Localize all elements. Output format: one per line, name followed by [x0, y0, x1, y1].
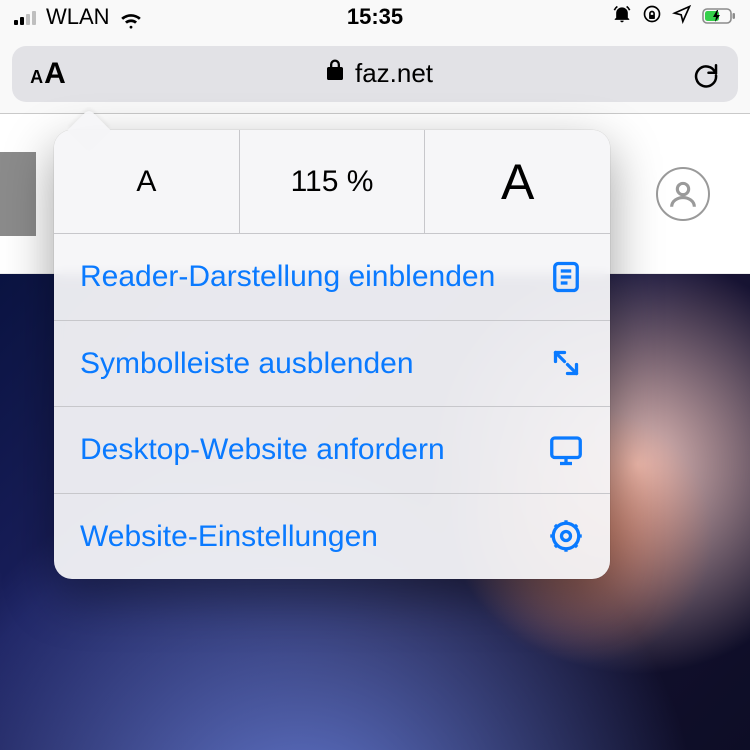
site-logo-fragment	[0, 152, 36, 236]
status-bar: WLAN 15:35	[0, 0, 750, 34]
account-button[interactable]	[656, 167, 710, 221]
reload-button[interactable]	[674, 59, 738, 89]
page-format-popover: A 115 % A Reader-Darstellung einblenden …	[54, 130, 610, 579]
decrease-text-button[interactable]: A	[54, 130, 240, 233]
reader-icon	[548, 259, 584, 295]
desktop-icon	[548, 432, 584, 468]
menu-item-label: Desktop-Website anfordern	[80, 431, 445, 469]
expand-arrows-icon	[548, 345, 584, 381]
menu-item-hide-toolbar[interactable]: Symbolleiste ausblenden	[54, 321, 610, 408]
menu-item-request-desktop[interactable]: Desktop-Website anfordern	[54, 407, 610, 494]
browser-toolbar: AA faz.net	[0, 34, 750, 114]
clock: 15:35	[347, 4, 403, 30]
battery-icon	[702, 4, 736, 30]
text-size-large-icon: A	[44, 57, 66, 91]
menu-item-reader-view[interactable]: Reader-Darstellung einblenden	[54, 234, 610, 321]
status-right	[612, 4, 736, 30]
increase-text-button[interactable]: A	[425, 130, 610, 233]
location-icon	[672, 4, 692, 30]
wifi-icon	[120, 9, 142, 25]
text-size-percent: 115 %	[240, 130, 426, 233]
text-size-small-icon: A	[30, 67, 43, 88]
orientation-lock-icon	[642, 4, 662, 30]
menu-item-label: Website-Einstellungen	[80, 518, 378, 556]
gear-icon	[548, 518, 584, 554]
menu-item-label: Symbolleiste ausblenden	[80, 345, 414, 383]
menu-item-label: Reader-Darstellung einblenden	[80, 258, 495, 296]
address-bar[interactable]: AA faz.net	[12, 46, 738, 102]
carrier-label: WLAN	[46, 4, 110, 30]
url-display[interactable]: faz.net	[84, 58, 674, 89]
lock-icon	[325, 58, 345, 89]
menu-item-website-settings[interactable]: Website-Einstellungen	[54, 494, 610, 580]
page-format-button[interactable]: AA	[12, 57, 84, 91]
font-size-row: A 115 % A	[54, 130, 610, 234]
cellular-signal-icon	[14, 9, 36, 25]
status-left: WLAN	[14, 4, 142, 30]
domain-text: faz.net	[355, 58, 433, 89]
alarm-icon	[612, 4, 632, 30]
